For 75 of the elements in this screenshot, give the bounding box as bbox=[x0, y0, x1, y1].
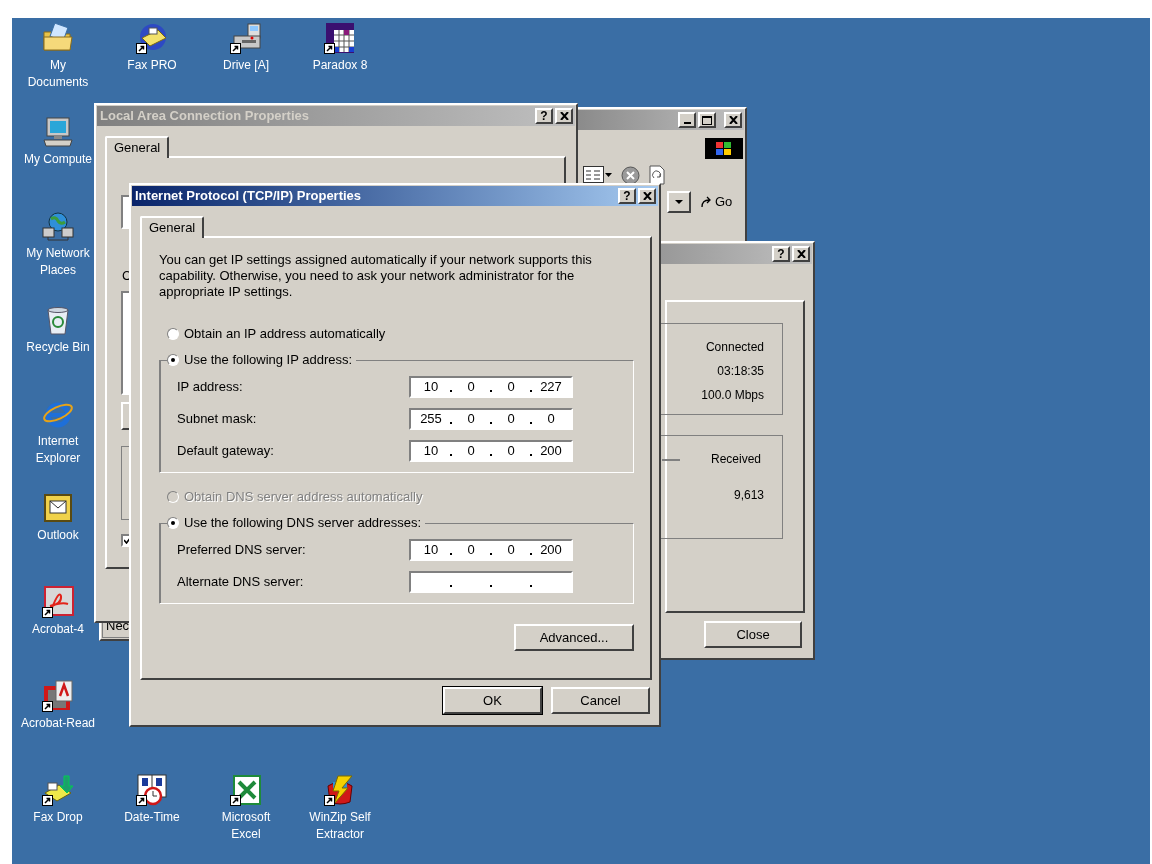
field-label: Alternate DNS server: bbox=[176, 574, 305, 590]
close-button[interactable] bbox=[638, 188, 656, 204]
desktop-icon-label[interactable]: Fax Drop bbox=[18, 809, 98, 826]
minimize-button[interactable] bbox=[678, 112, 696, 128]
help-button[interactable]: ? bbox=[535, 108, 553, 124]
received-label: Received bbox=[710, 451, 762, 467]
dropdown-button[interactable] bbox=[667, 191, 691, 213]
received-count: 9,613 bbox=[733, 487, 764, 503]
field-label: Default gateway: bbox=[176, 443, 275, 459]
desktop-icon-label[interactable]: Paradox 8 bbox=[300, 57, 380, 74]
computer-icon[interactable] bbox=[42, 116, 74, 148]
intro-text: You can get IP settings assigned automatically if your network supports this capability. Otherwise, you need to ask your network administrator for the appropriate IP settings. bbox=[159, 252, 593, 300]
ip-address-field[interactable]: 10 0 0 227 bbox=[409, 376, 573, 398]
close-button[interactable] bbox=[724, 112, 742, 128]
desktop-icon-label[interactable]: Date-Time bbox=[112, 809, 192, 826]
window-title: Internet Protocol (TCP/IP) Properties bbox=[135, 187, 362, 206]
close-button[interactable] bbox=[792, 246, 810, 262]
close-icon bbox=[642, 192, 652, 200]
fax-arrow-icon[interactable] bbox=[42, 774, 74, 806]
view-menu-icon[interactable] bbox=[583, 166, 613, 184]
folder-icon[interactable] bbox=[42, 22, 74, 54]
ip-address-field[interactable]: 10 0 0 200 bbox=[409, 539, 573, 561]
field-label: Subnet mask: bbox=[176, 411, 258, 427]
go-button[interactable]: Go bbox=[698, 191, 742, 213]
help-button[interactable]: ? bbox=[618, 188, 636, 204]
desktop-icon-label[interactable]: My Network Places bbox=[18, 245, 98, 279]
close-icon bbox=[796, 250, 806, 258]
network-icon[interactable] bbox=[42, 210, 74, 242]
radio-button[interactable] bbox=[167, 517, 179, 529]
tab[interactable]: General bbox=[105, 136, 170, 158]
swirl-icon[interactable] bbox=[42, 586, 74, 618]
calendar-clock-icon[interactable] bbox=[136, 774, 168, 806]
desktop-icon-label[interactable]: WinZip Self Extractor bbox=[300, 809, 380, 843]
radio-button[interactable] bbox=[167, 354, 179, 366]
desktop-icon-label[interactable]: Acrobat-4 bbox=[18, 621, 98, 638]
desktop-icon-label[interactable]: Recycle Bin bbox=[18, 339, 98, 356]
close-icon bbox=[559, 112, 569, 120]
desktop-icon-label[interactable]: Fax PRO bbox=[112, 57, 192, 74]
dialog-button[interactable]: Cancel bbox=[551, 687, 650, 714]
advanced-button[interactable]: Advanced... bbox=[514, 624, 634, 651]
desktop-icon-label[interactable]: My Documents bbox=[18, 57, 98, 91]
desktop-icon-label[interactable]: Acrobat-Read bbox=[18, 715, 98, 732]
ip-address-field[interactable]: 255 0 0 0 bbox=[409, 408, 573, 430]
close-button[interactable] bbox=[555, 108, 573, 124]
document-icon[interactable] bbox=[42, 680, 74, 712]
desktop-icon-label[interactable]: My Compute bbox=[18, 151, 98, 168]
floppy-drive-icon[interactable] bbox=[230, 22, 262, 54]
desktop-icon-label[interactable]: Internet Explorer bbox=[18, 433, 98, 467]
radio-button[interactable] bbox=[167, 328, 179, 340]
ip-address-field[interactable]: 10 0 0 200 bbox=[409, 440, 573, 462]
speed-text: 100.0 Mbps bbox=[701, 387, 764, 403]
desktop-icon-label[interactable]: Microsoft Excel bbox=[206, 809, 286, 843]
field-label: IP address: bbox=[176, 379, 244, 395]
logo-icon bbox=[705, 138, 743, 159]
vise-icon[interactable] bbox=[324, 774, 356, 806]
minimize-icon bbox=[683, 122, 691, 124]
spreadsheet-icon[interactable] bbox=[230, 774, 262, 806]
duration-text: 03:18:35 bbox=[717, 363, 764, 379]
refresh-icon[interactable] bbox=[649, 165, 665, 185]
close-icon bbox=[728, 116, 738, 124]
field-label: Preferred DNS server: bbox=[176, 542, 307, 558]
desktop-icon-label[interactable]: Drive [A] bbox=[206, 57, 286, 74]
caret-icon bbox=[675, 200, 683, 204]
ip-address-field[interactable] bbox=[409, 571, 573, 593]
maximize-icon bbox=[702, 115, 712, 125]
fax-icon[interactable] bbox=[136, 22, 168, 54]
status-text: Connected bbox=[705, 339, 764, 355]
close-button[interactable]: Close bbox=[704, 621, 802, 648]
tab[interactable]: General bbox=[140, 216, 205, 238]
window-title: Local Area Connection Properties bbox=[100, 107, 309, 126]
help-button[interactable]: ? bbox=[772, 246, 790, 262]
maximize-button[interactable] bbox=[698, 112, 716, 128]
grid-icon[interactable] bbox=[324, 22, 356, 54]
dialog-button[interactable]: OK bbox=[443, 687, 542, 714]
desktop-icon-label[interactable]: Outlook bbox=[18, 527, 98, 544]
